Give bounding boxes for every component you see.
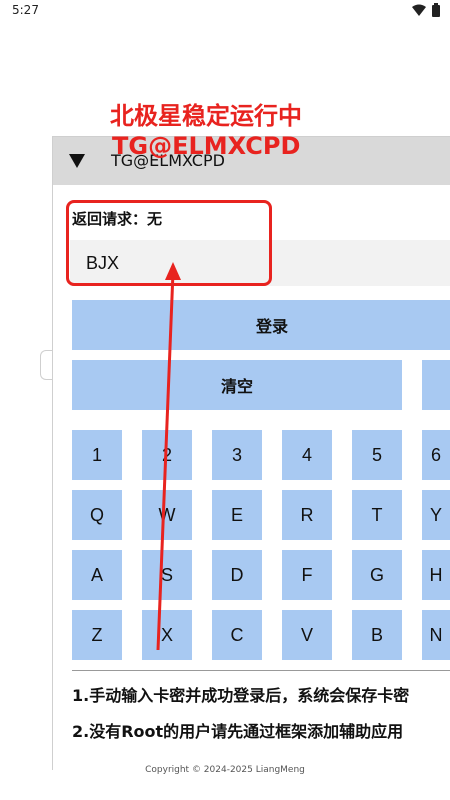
key-d[interactable]: D [212,550,262,600]
key-x[interactable]: X [142,610,192,660]
login-button[interactable]: 登录 [72,300,450,350]
key-y[interactable]: Y [422,490,450,540]
key-3[interactable]: 3 [212,430,262,480]
key-4[interactable]: 4 [282,430,332,480]
key-w[interactable]: W [142,490,192,540]
key-z[interactable]: Z [72,610,122,660]
overlay-subtitle: TG@ELMXCPD [112,132,301,160]
instruction-note-2: 2.没有Root的用户请先通过框架添加辅助应用 [72,722,404,741]
key-q[interactable]: Q [72,490,122,540]
copyright-footer: Copyright © 2024-2025 LiangMeng [145,765,305,775]
key-b[interactable]: B [352,610,402,660]
key-a[interactable]: A [72,550,122,600]
collapse-triangle-icon[interactable] [69,153,85,172]
key-2[interactable]: 2 [142,430,192,480]
clear-button[interactable]: 清空 [72,360,402,410]
battery-icon [432,3,440,17]
status-bar: 5:27 [0,0,450,22]
overlay-title: 北极星稳定运行中 [110,102,302,130]
status-time: 5:27 [12,3,39,17]
instruction-note-1: 1.手动输入卡密并成功登录后，系统会保存卡密 [72,686,410,705]
key-f[interactable]: F [282,550,332,600]
key-c[interactable]: C [212,610,262,660]
key-5[interactable]: 5 [352,430,402,480]
highlight-box [66,200,272,286]
key-h[interactable]: H [422,550,450,600]
divider [72,670,450,671]
extra-button[interactable] [422,360,450,410]
key-s[interactable]: S [142,550,192,600]
key-6[interactable]: 6 [422,430,450,480]
key-1[interactable]: 1 [72,430,122,480]
key-t[interactable]: T [352,490,402,540]
status-icons [412,3,440,17]
wifi-icon [412,4,426,16]
key-r[interactable]: R [282,490,332,540]
key-g[interactable]: G [352,550,402,600]
key-e[interactable]: E [212,490,262,540]
key-v[interactable]: V [282,610,332,660]
key-n[interactable]: N [422,610,450,660]
